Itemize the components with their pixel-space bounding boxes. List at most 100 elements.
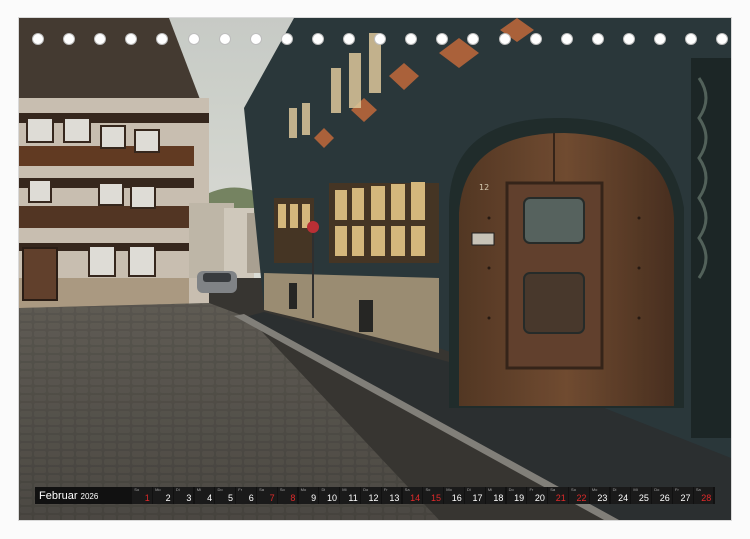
day-number: 2 (165, 493, 171, 503)
weekday-label: Mo (446, 487, 452, 492)
binding-hole (249, 33, 262, 45)
weekday-label: Do (508, 487, 514, 492)
weekday-label: Fr (238, 487, 243, 492)
photo-old-town-street: 12 (19, 18, 731, 520)
binding-hole (32, 33, 44, 45)
day-number: 17 (472, 493, 483, 503)
binding-hole (560, 33, 573, 45)
day-number: 4 (207, 493, 213, 503)
weekday-label: Sa (259, 487, 264, 492)
day-cell: Mo 2 (153, 487, 173, 504)
day-cell: Do 12 (361, 487, 381, 504)
day-cell: Di 24 (610, 487, 631, 504)
day-cell: Fr 20 (527, 487, 547, 504)
day-cell: So 22 (569, 487, 589, 504)
day-cell: Di 3 (173, 487, 194, 504)
day-number: 23 (597, 493, 608, 503)
day-cell: Mi 18 (485, 487, 506, 504)
weekday-label: Di (612, 487, 617, 492)
weekday-label: So (571, 487, 576, 492)
binding-hole (311, 33, 324, 45)
day-number: 24 (618, 493, 629, 503)
binding-hole (156, 33, 169, 45)
weekday-label: Do (654, 487, 660, 492)
binding-hole (685, 33, 698, 45)
calendar-page: 12 Februar 2026 So 1 Mo 2 Di 3 Mi 4 Do 5 Fr 6 Sa 7 So 8 M… (0, 0, 750, 539)
weekday-label: So (425, 487, 431, 492)
day-number: 25 (638, 493, 649, 503)
weekday-label: Fr (529, 487, 534, 492)
day-number: 8 (290, 493, 296, 503)
day-number: 11 (348, 493, 358, 503)
day-cell: Fr 27 (673, 487, 693, 504)
binding-hole (94, 33, 107, 45)
binding-hole (187, 33, 200, 45)
day-number: 27 (680, 493, 691, 503)
year-label: 2026 (80, 491, 99, 501)
day-number: 5 (227, 493, 233, 503)
day-number: 15 (430, 493, 441, 503)
day-cell: Do 5 (215, 487, 235, 504)
day-number: 14 (410, 493, 421, 503)
weekday-label: Di (321, 487, 326, 492)
weekday-label: Mo (300, 487, 307, 492)
binding-hole (405, 33, 418, 45)
binding-hole (622, 33, 635, 45)
weekday-label: So (134, 487, 140, 492)
binding-hole (591, 33, 604, 45)
day-cell: Sa 21 (548, 487, 568, 504)
day-cell: Mi 11 (340, 487, 360, 504)
weekday-label: Mo (155, 487, 161, 492)
month-calendar-bar: Februar 2026 So 1 Mo 2 Di 3 Mi 4 Do 5 Fr 6 Sa 7 So 8 Mo 9 D… (35, 487, 715, 504)
day-cell: Mo 23 (589, 487, 610, 504)
day-number: 16 (451, 493, 462, 503)
day-number: 3 (186, 493, 192, 503)
day-cell: Mi 4 (194, 487, 215, 504)
day-cell: Sa 7 (257, 487, 277, 504)
day-cell: Sa 14 (402, 487, 423, 504)
weekday-label: Sa (550, 487, 556, 492)
day-cell: Di 10 (319, 487, 339, 504)
day-cell: Di 17 (465, 487, 485, 504)
day-cell: Sa 28 (693, 487, 714, 504)
binding-hole (280, 33, 293, 45)
street-scene-illustration: 12 (19, 18, 731, 520)
day-number: 21 (555, 493, 566, 503)
day-number: 6 (248, 493, 254, 503)
weekday-label: Di (175, 487, 180, 492)
weekday-label: Mi (487, 487, 493, 492)
weekday-label: Fr (383, 487, 388, 492)
day-cell: Do 19 (506, 487, 527, 504)
day-number: 7 (269, 493, 275, 503)
day-cell: Fr 13 (381, 487, 402, 504)
binding-hole (63, 33, 76, 45)
day-number: 22 (576, 493, 587, 503)
binding-hole (218, 33, 231, 45)
binding-hole (716, 33, 729, 45)
day-cell: Mi 25 (631, 487, 651, 504)
day-number: 1 (144, 493, 150, 503)
day-cell: Do 26 (652, 487, 672, 504)
day-number: 9 (311, 493, 317, 503)
weekday-label: Di (467, 487, 471, 492)
weekday-label: Fr (675, 487, 679, 492)
day-number: 28 (701, 493, 712, 503)
day-cell: Mo 9 (298, 487, 319, 504)
day-number: 12 (368, 493, 379, 503)
day-cell: So 1 (132, 487, 152, 504)
weekday-label: Mi (342, 487, 347, 492)
weekday-label: Mi (633, 487, 638, 492)
binding-hole (498, 33, 511, 45)
binding-holes (0, 33, 750, 47)
month-name: Februar (39, 489, 78, 502)
binding-hole (343, 33, 355, 45)
weekday-label: So (279, 487, 285, 492)
binding-hole (467, 33, 480, 45)
day-number: 19 (514, 493, 525, 503)
weekday-label: Mo (591, 487, 598, 492)
weekday-label: Do (217, 487, 223, 492)
day-number: 13 (389, 493, 400, 503)
weekday-label: Sa (695, 487, 701, 492)
day-number: 20 (534, 493, 545, 503)
day-number: 26 (659, 493, 670, 503)
